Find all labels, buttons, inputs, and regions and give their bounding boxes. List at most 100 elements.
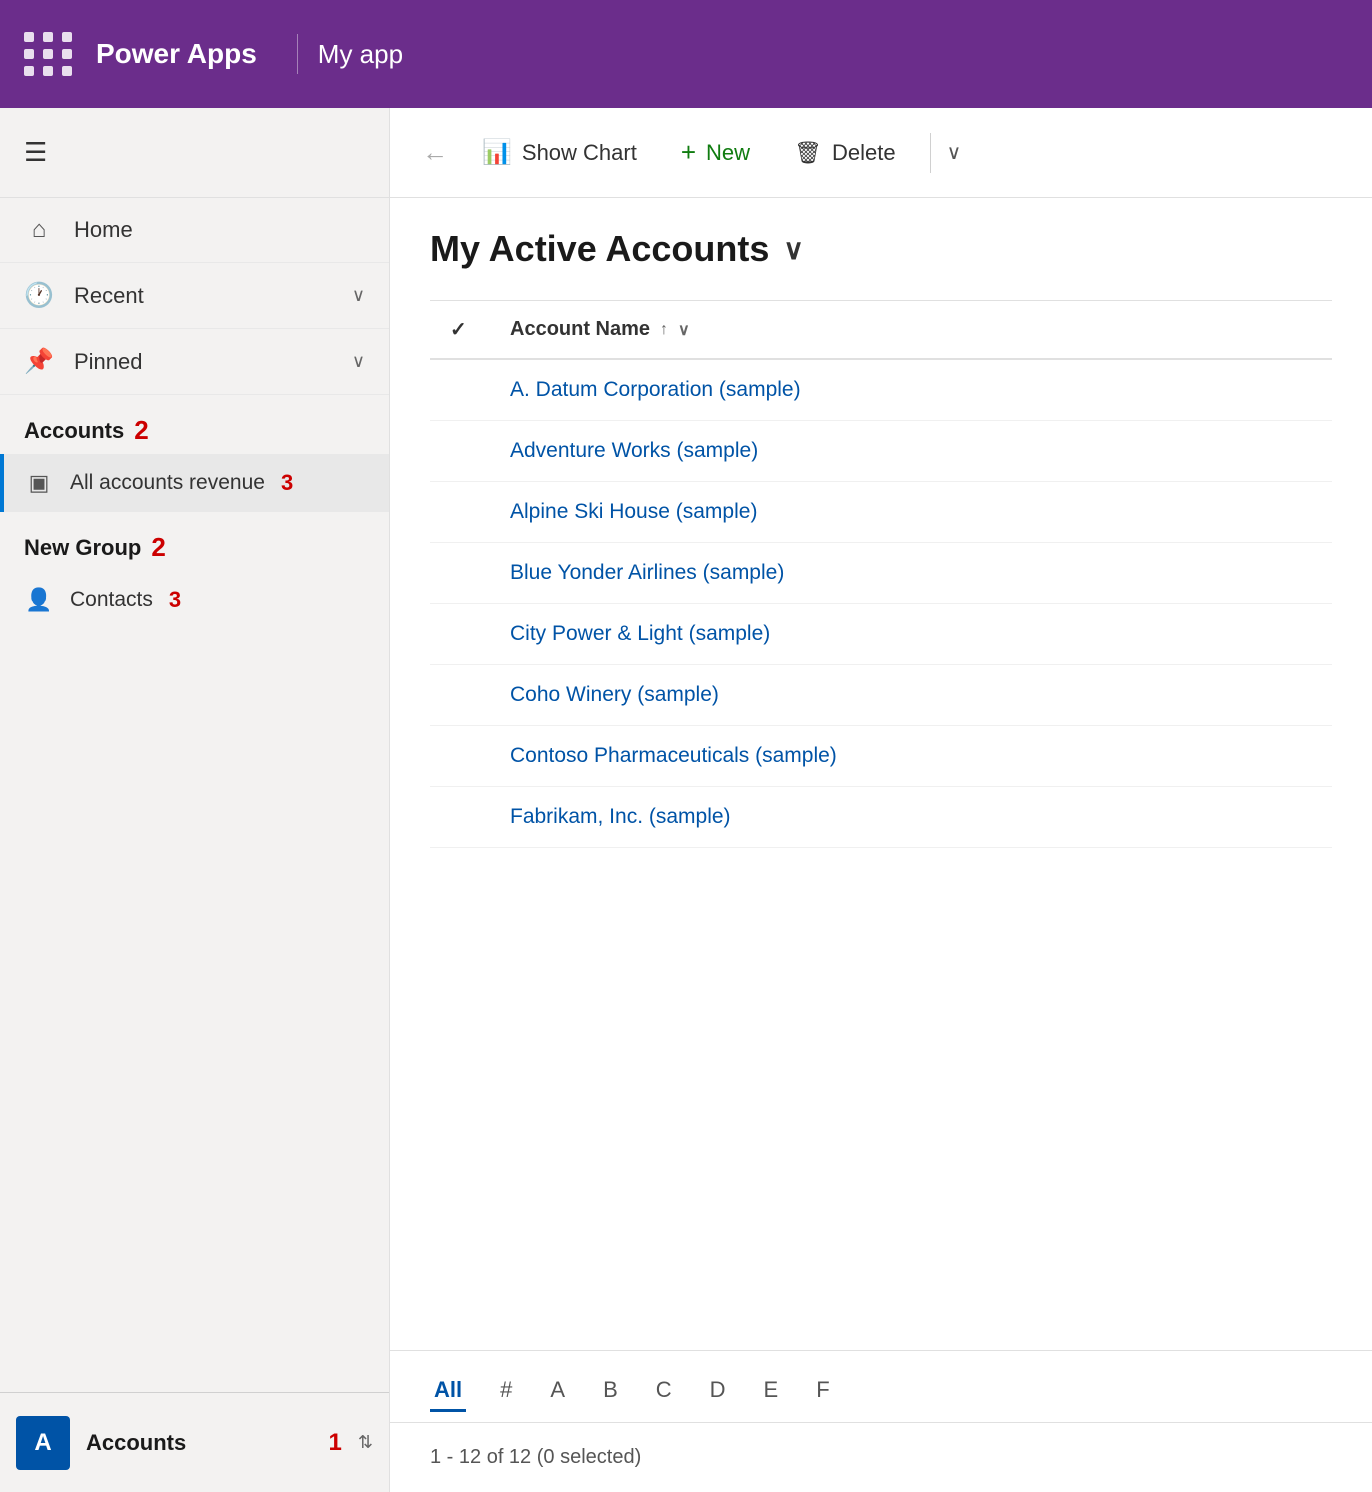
sidebar-bottom-label: Accounts xyxy=(86,1430,313,1456)
plus-icon: + xyxy=(681,137,696,168)
sidebar-item-recent[interactable]: 🕐 Recent ∨ xyxy=(0,263,389,329)
table-row[interactable]: Coho Winery (sample) xyxy=(430,665,1332,726)
page-tab-f[interactable]: F xyxy=(812,1371,833,1412)
account-name-cell[interactable]: Adventure Works (sample) xyxy=(490,421,1332,482)
table-row[interactable]: Fabrikam, Inc. (sample) xyxy=(430,787,1332,848)
page-tab-e[interactable]: E xyxy=(760,1371,783,1412)
contacts-icon: 👤 xyxy=(24,587,54,613)
status-text: 1 - 12 of 12 (0 selected) xyxy=(430,1446,641,1469)
toolbar-more-chevron-icon[interactable]: ∨ xyxy=(947,140,962,165)
row-checkbox[interactable] xyxy=(430,665,490,726)
back-button[interactable]: ← xyxy=(414,129,456,176)
table-row[interactable]: A. Datum Corporation (sample) xyxy=(430,359,1332,421)
contacts-badge: 3 xyxy=(169,587,181,613)
account-link[interactable]: Contoso Pharmaceuticals (sample) xyxy=(510,744,837,767)
sidebar-item-home-label: Home xyxy=(74,217,133,243)
sort-desc-icon[interactable]: ∨ xyxy=(678,320,690,340)
sidebar-nav: ⌂ Home 🕐 Recent ∨ 📌 Pinned ∨ Accounts 2 … xyxy=(0,198,389,1392)
hamburger-icon[interactable]: ☰ xyxy=(24,137,47,168)
sidebar-item-home[interactable]: ⌂ Home xyxy=(0,198,389,263)
account-link[interactable]: Adventure Works (sample) xyxy=(510,439,758,462)
sidebar-item-pinned[interactable]: 📌 Pinned ∨ xyxy=(0,329,389,395)
apps-grid-icon[interactable] xyxy=(24,32,74,76)
table-row[interactable]: Contoso Pharmaceuticals (sample) xyxy=(430,726,1332,787)
page-tab-b[interactable]: B xyxy=(599,1371,622,1412)
account-link[interactable]: Fabrikam, Inc. (sample) xyxy=(510,805,731,828)
myapp-label: My app xyxy=(318,39,403,70)
account-name-cell[interactable]: Alpine Ski House (sample) xyxy=(490,482,1332,543)
app-brand: Power Apps xyxy=(96,38,257,70)
new-group-section-badge: 2 xyxy=(151,532,165,563)
account-name-cell[interactable]: Fabrikam, Inc. (sample) xyxy=(490,787,1332,848)
show-chart-button[interactable]: 📊 Show Chart xyxy=(464,128,655,177)
sidebar-bottom[interactable]: A Accounts 1 ⇅ xyxy=(0,1392,389,1492)
accounts-section-label: Accounts xyxy=(24,418,124,444)
sidebar: ☰ ⌂ Home 🕐 Recent ∨ 📌 Pinned ∨ Accounts … xyxy=(0,108,390,1492)
sidebar-item-contacts[interactable]: 👤 Contacts 3 xyxy=(0,571,389,629)
account-name-cell[interactable]: Coho Winery (sample) xyxy=(490,665,1332,726)
account-link[interactable]: City Power & Light (sample) xyxy=(510,622,770,645)
checkmark-icon: ✓ xyxy=(450,319,467,341)
topbar: Power Apps My app xyxy=(0,0,1372,108)
row-checkbox[interactable] xyxy=(430,482,490,543)
sidebar-item-all-accounts-revenue[interactable]: ▣ All accounts revenue 3 xyxy=(0,454,389,512)
account-name-cell[interactable]: Contoso Pharmaceuticals (sample) xyxy=(490,726,1332,787)
content-toolbar: ← 📊 Show Chart + New 🗑 Delete ∨ xyxy=(390,108,1372,198)
content-area: ← 📊 Show Chart + New 🗑 Delete ∨ My Activ… xyxy=(390,108,1372,1492)
accounts-section-badge: 2 xyxy=(134,415,148,446)
row-checkbox[interactable] xyxy=(430,726,490,787)
topbar-divider xyxy=(297,34,298,74)
all-accounts-revenue-badge: 3 xyxy=(281,470,293,496)
account-link[interactable]: A. Datum Corporation (sample) xyxy=(510,378,801,401)
contacts-label: Contacts xyxy=(70,588,153,612)
chevron-down-icon: ∨ xyxy=(352,285,365,306)
account-name-cell[interactable]: Blue Yonder Airlines (sample) xyxy=(490,543,1332,604)
page-tab-c[interactable]: C xyxy=(652,1371,676,1412)
view-title-chevron-icon[interactable]: ∨ xyxy=(783,233,804,266)
table-row[interactable]: Alpine Ski House (sample) xyxy=(430,482,1332,543)
page-tab-d[interactable]: D xyxy=(706,1371,730,1412)
chevron-down-icon: ∨ xyxy=(352,351,365,372)
delete-button[interactable]: 🗑 Delete xyxy=(776,130,914,176)
page-tab-all[interactable]: All xyxy=(430,1371,466,1412)
all-accounts-revenue-label: All accounts revenue xyxy=(70,471,265,495)
pin-icon: 📌 xyxy=(24,347,54,376)
account-link[interactable]: Blue Yonder Airlines (sample) xyxy=(510,561,784,584)
show-chart-label: Show Chart xyxy=(522,140,637,166)
row-checkbox[interactable] xyxy=(430,359,490,421)
account-name-header[interactable]: Account Name ↑ ∨ xyxy=(490,301,1332,360)
account-name-cell[interactable]: City Power & Light (sample) xyxy=(490,604,1332,665)
toolbar-separator xyxy=(930,133,931,173)
avatar: A xyxy=(16,1416,70,1470)
table-row[interactable]: City Power & Light (sample) xyxy=(430,604,1332,665)
row-checkbox[interactable] xyxy=(430,787,490,848)
pagination-tabs: All # ABCDEF xyxy=(390,1350,1372,1422)
revenue-icon: ▣ xyxy=(24,470,54,496)
content-main: My Active Accounts ∨ ✓ Account Name ↑ ∨ xyxy=(390,198,1372,1350)
row-checkbox[interactable] xyxy=(430,604,490,665)
home-icon: ⌂ xyxy=(24,216,54,244)
page-tab-#[interactable]: # xyxy=(496,1371,516,1412)
table-row[interactable]: Blue Yonder Airlines (sample) xyxy=(430,543,1332,604)
new-group-section-label: New Group xyxy=(24,535,141,561)
new-label: New xyxy=(706,140,750,166)
chevron-up-down-icon: ⇅ xyxy=(358,1432,373,1453)
new-button[interactable]: + New xyxy=(663,127,768,178)
view-title: My Active Accounts ∨ xyxy=(430,228,1332,270)
page-tab-a[interactable]: A xyxy=(546,1371,569,1412)
row-checkbox[interactable] xyxy=(430,421,490,482)
sidebar-toolbar: ☰ xyxy=(0,108,389,198)
account-link[interactable]: Coho Winery (sample) xyxy=(510,683,719,706)
row-checkbox[interactable] xyxy=(430,543,490,604)
clock-icon: 🕐 xyxy=(24,281,54,310)
accounts-table: ✓ Account Name ↑ ∨ A. D xyxy=(430,300,1332,848)
account-link[interactable]: Alpine Ski House (sample) xyxy=(510,500,757,523)
main-layout: ☰ ⌂ Home 🕐 Recent ∨ 📌 Pinned ∨ Accounts … xyxy=(0,108,1372,1492)
table-row[interactable]: Adventure Works (sample) xyxy=(430,421,1332,482)
select-all-header[interactable]: ✓ xyxy=(430,301,490,360)
chart-icon: 📊 xyxy=(482,138,512,167)
account-name-cell[interactable]: A. Datum Corporation (sample) xyxy=(490,359,1332,421)
sort-asc-icon[interactable]: ↑ xyxy=(660,321,668,339)
sidebar-bottom-badge: 1 xyxy=(329,1429,342,1457)
status-bar: 1 - 12 of 12 (0 selected) xyxy=(390,1422,1372,1492)
